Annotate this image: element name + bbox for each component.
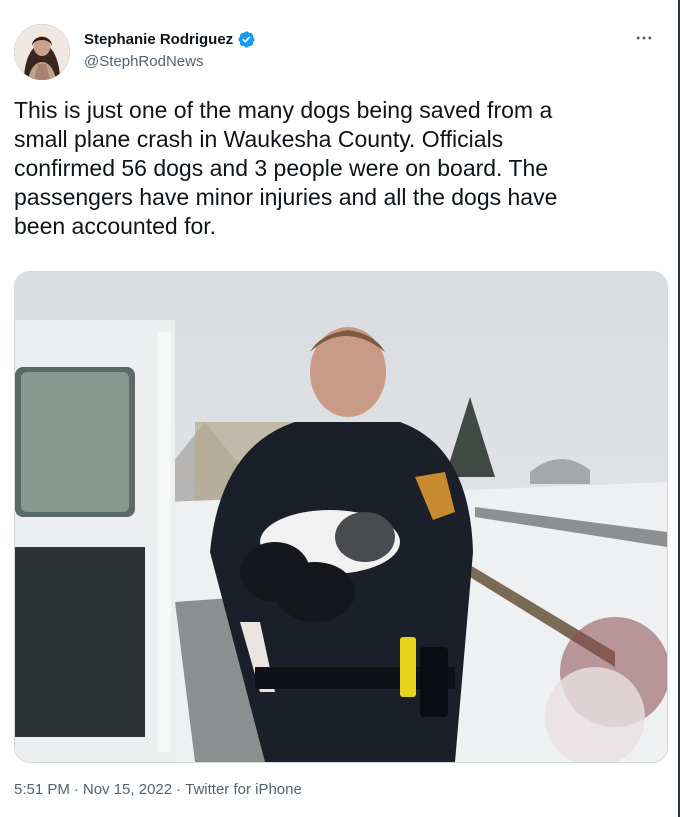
tweet-time-link[interactable]: 5:51 PM	[14, 781, 70, 798]
tweet-text: This is just one of the many dogs being …	[14, 97, 558, 239]
tweet-metadata: 5:51 PM · Nov 15, 2022 · Twitter for iPh…	[14, 781, 302, 798]
meta-separator: ·	[176, 781, 182, 798]
more-options-icon[interactable]	[630, 24, 658, 52]
tweet: Stephanie Rodriguez @StephRodNews This i…	[0, 0, 680, 817]
author-display-name[interactable]: Stephanie Rodriguez	[84, 31, 233, 48]
tweet-photo[interactable]	[14, 271, 668, 763]
meta-separator: ·	[73, 781, 79, 798]
tweet-source-link[interactable]: Twitter for iPhone	[185, 781, 302, 798]
tweet-date-link[interactable]: Nov 15, 2022	[83, 781, 172, 798]
avatar-image	[14, 24, 70, 80]
verified-badge-icon	[237, 30, 256, 49]
author-name-row: Stephanie Rodriguez	[84, 30, 256, 49]
author-handle[interactable]: @StephRodNews	[84, 53, 203, 70]
avatar[interactable]	[14, 24, 70, 80]
